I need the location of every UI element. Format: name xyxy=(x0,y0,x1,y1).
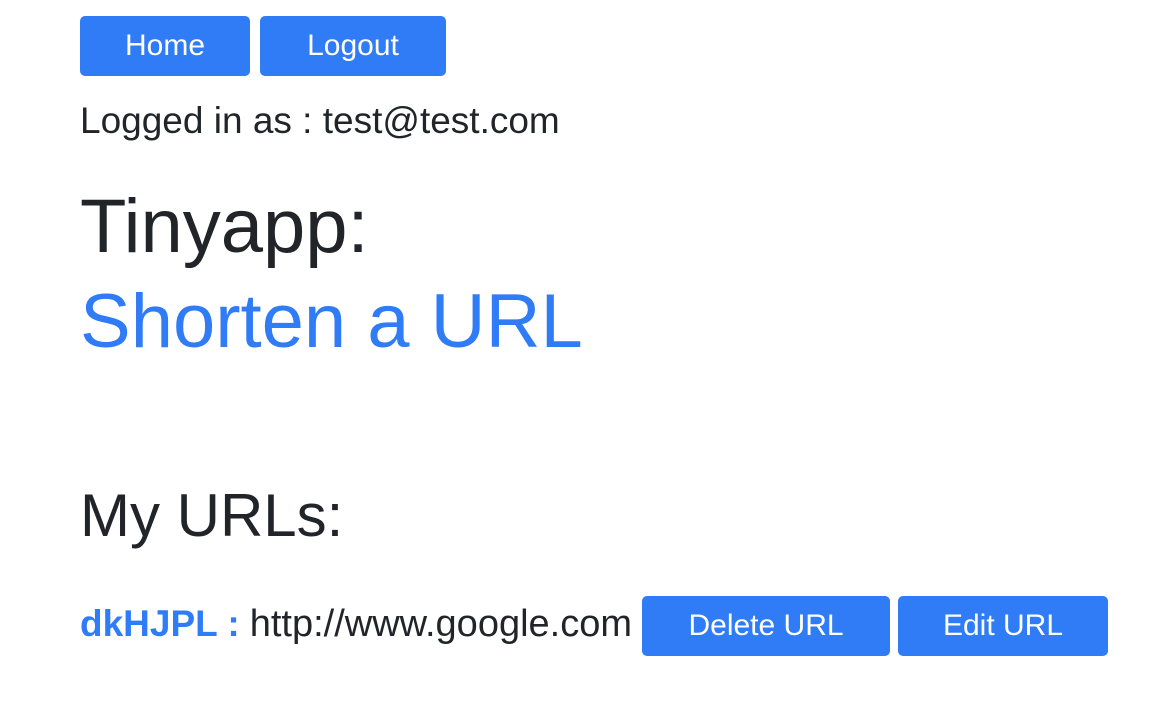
short-url-link[interactable]: dkHJPL : xyxy=(80,603,240,645)
home-button[interactable]: Home xyxy=(80,16,250,76)
logged-in-status: Logged in as : test@test.com xyxy=(80,100,560,141)
page-title: Tinyapp: xyxy=(80,184,369,269)
edit-url-button[interactable]: Edit URL xyxy=(898,596,1109,656)
long-url-text: http://www.google.com xyxy=(249,602,633,645)
top-nav: Home Logout xyxy=(80,16,446,76)
shorten-url-link[interactable]: Shorten a URL xyxy=(80,278,583,366)
logout-button[interactable]: Logout xyxy=(260,16,446,76)
page: Home Logout Logged in as : test@test.com… xyxy=(0,0,1150,705)
delete-url-button[interactable]: Delete URL xyxy=(642,596,891,656)
my-urls-heading: My URLs: xyxy=(80,482,344,549)
url-list-item: dkHJPL : http://www.google.com Delete UR… xyxy=(80,596,1109,656)
